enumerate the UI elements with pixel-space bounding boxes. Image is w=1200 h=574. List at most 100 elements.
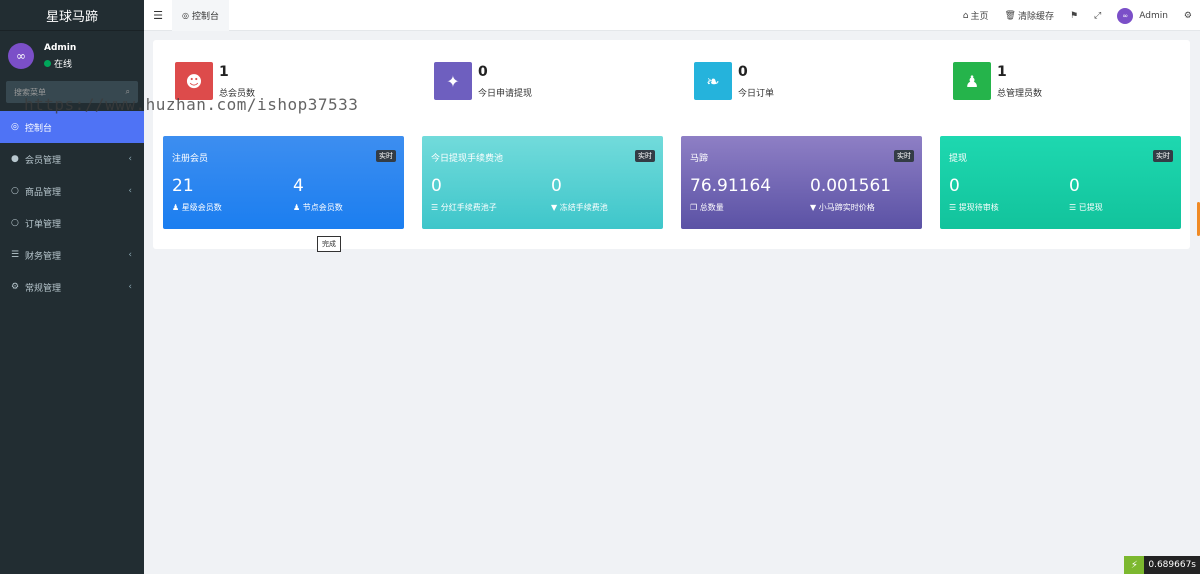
user-circle-icon: ● [11, 154, 19, 164]
dashboard-icon: ◎ [182, 10, 189, 20]
user-status: 在线 [44, 57, 76, 70]
database-icon: ☰ [431, 203, 439, 212]
stat-label: 今日申请提现 [478, 88, 533, 99]
user-menu[interactable]: ∞ Admin [1109, 7, 1176, 24]
user-name: Admin [44, 42, 77, 53]
sidebar-item-label: 控制台 [25, 123, 53, 134]
fullscreen-icon: ⤢ [1094, 10, 1102, 21]
card-title: 注册会员 [172, 154, 209, 164]
card-value: 0 [949, 176, 960, 196]
circle-icon: ○ [11, 218, 19, 228]
sidebar-item-label: 财务管理 [25, 251, 62, 262]
avatar: ∞ [1117, 7, 1134, 24]
stat-value: 0 [738, 63, 748, 80]
card-value: 0.001561 [810, 176, 892, 196]
sidebar-item-dashboard[interactable]: ◎ 控制台 [0, 111, 144, 143]
trace-logo-icon: ⚡ [1124, 556, 1145, 574]
card-sub-label: ❐ 总数量 [690, 203, 724, 212]
dashboard-panel: ☻ 1 总会员数 ✦ 0 今日申请提现 ❧ 0 今日订单 ♟ 1 总管理员数 注… [153, 40, 1190, 249]
stat-value: 1 [219, 63, 229, 80]
avatar: ∞ [8, 43, 34, 69]
sidebar-item-label: 商品管理 [25, 187, 62, 198]
stat-value: 1 [997, 63, 1007, 80]
loading-tooltip: 完成 [317, 236, 341, 252]
card-withdraw-fee-pool: 今日提现手续费池 实时 0 ☰ 分红手续费池子 0 ▼ 冻结手续费池 [422, 136, 663, 229]
clear-cache-button[interactable]: 🗑 清除缓存 [997, 9, 1062, 23]
realtime-badge: 实时 [1153, 150, 1173, 162]
realtime-badge: 实时 [376, 150, 396, 162]
card-withdrawals: 提现 实时 0 ☰ 提现待审核 0 ☰ 已提现 [940, 136, 1181, 229]
chevron-left-icon: ‹ [128, 154, 132, 164]
chevron-left-icon: ‹ [128, 186, 132, 196]
sidebar-menu: ◎ 控制台 ● 会员管理 ‹ ○ 商品管理 ‹ ○ 订单管理 ☰ 财务管理 ‹ … [0, 111, 144, 303]
chevron-left-icon: ‹ [128, 250, 132, 260]
database-icon: ☰ [11, 250, 20, 260]
admin-label: Admin [1139, 10, 1168, 21]
leaf-icon: ❧ [694, 62, 732, 100]
home-link[interactable]: ⌂ 主页 [955, 9, 997, 23]
sidebar-item-label: 订单管理 [25, 219, 62, 230]
card-sub-label: ♟ 星级会员数 [172, 203, 222, 212]
card-value: 0 [551, 176, 562, 196]
stat-value: 0 [478, 63, 488, 80]
realtime-badge: 实时 [635, 150, 655, 162]
gear-icon: ⚙ [1183, 10, 1192, 21]
card-title: 马蹄 [690, 154, 709, 164]
stat-today-withdrawals: ✦ 0 今日申请提现 [434, 62, 532, 100]
card-title: 提现 [949, 154, 968, 164]
home-icon: ⌂ [962, 10, 969, 21]
stat-label: 今日订单 [738, 88, 775, 99]
sidebar-item-label: 会员管理 [25, 155, 62, 166]
cogs-icon: ⚙ [11, 282, 20, 292]
tab-dashboard[interactable]: ◎ 控制台 [172, 0, 229, 31]
card-horseshoe: 马蹄 实时 76.91164 ❐ 总数量 0.001561 ▼ 小马蹄实时价格 [681, 136, 922, 229]
realtime-badge: 实时 [894, 150, 914, 162]
card-value: 76.91164 [690, 176, 772, 196]
timer-value: 0.689667s [1144, 556, 1200, 574]
language-button[interactable]: ⚑ [1062, 11, 1086, 21]
chevron-left-icon: ‹ [128, 282, 132, 292]
sidebar-item-label: 常规管理 [25, 283, 62, 294]
trash-icon: 🗑 [1004, 10, 1016, 21]
fullscreen-button[interactable]: ⤢ [1086, 11, 1109, 21]
sidebar-item-orders[interactable]: ○ 订单管理 [0, 207, 144, 239]
tab-label: 控制台 [191, 11, 219, 22]
circle-icon: ○ [11, 186, 19, 196]
database-icon: ☰ [1069, 203, 1077, 212]
card-sub-label: ▼ 小马蹄实时价格 [810, 203, 875, 212]
sidebar-item-finance[interactable]: ☰ 财务管理 ‹ [0, 239, 144, 271]
card-value: 21 [172, 176, 194, 196]
clone-icon: ❐ [690, 203, 698, 212]
stat-today-orders: ❧ 0 今日订单 [694, 62, 774, 100]
online-dot-icon [44, 59, 51, 67]
settings-button[interactable]: ⚙ [1176, 11, 1200, 21]
card-value: 4 [293, 176, 304, 196]
magic-wand-icon: ✦ [434, 62, 472, 100]
sidebar-item-general[interactable]: ⚙ 常规管理 ‹ [0, 271, 144, 303]
home-label: 主页 [970, 12, 989, 22]
menu-toggle-icon[interactable]: ☰ [144, 0, 172, 31]
user-icon: ♟ [953, 62, 991, 100]
clear-cache-label: 清除缓存 [1017, 12, 1054, 22]
card-sub-label: ☰ 分红手续费池子 [431, 203, 497, 212]
user-icon: ♟ [172, 203, 180, 212]
app-logo-title[interactable]: 星球马蹄 [0, 0, 144, 31]
filter-icon: ▼ [810, 203, 817, 212]
filter-icon: ▼ [551, 203, 558, 212]
card-value: 0 [431, 176, 442, 196]
language-icon: ⚑ [1069, 10, 1079, 21]
user-status-label: 在线 [54, 59, 73, 70]
card-registered-members: 注册会员 实时 21 ♟ 星级会员数 4 ♟ 节点会员数 [163, 136, 404, 229]
dashboard-icon: ◎ [11, 122, 19, 132]
top-header: ☰ ◎ 控制台 ⌂ 主页 🗑 清除缓存 ⚑ ⤢ ∞ Admin ⚙ [144, 0, 1200, 31]
card-sub-label: ☰ 已提现 [1069, 203, 1103, 212]
card-title: 今日提现手续费池 [431, 154, 504, 164]
user-panel: ∞ Admin 在线 [0, 35, 144, 77]
sidebar-item-products[interactable]: ○ 商品管理 ‹ [0, 175, 144, 207]
sidebar: 星球马蹄 ∞ Admin 在线 搜索菜单 ⌕ ◎ 控制台 ● 会员管理 ‹ ○ … [0, 0, 144, 574]
sidebar-item-members[interactable]: ● 会员管理 ‹ [0, 143, 144, 175]
trace-timer[interactable]: ⚡ 0.689667s [1124, 556, 1200, 574]
user-icon: ♟ [293, 203, 301, 212]
stat-label: 总管理员数 [997, 88, 1043, 99]
card-sub-label: ♟ 节点会员数 [293, 203, 343, 212]
